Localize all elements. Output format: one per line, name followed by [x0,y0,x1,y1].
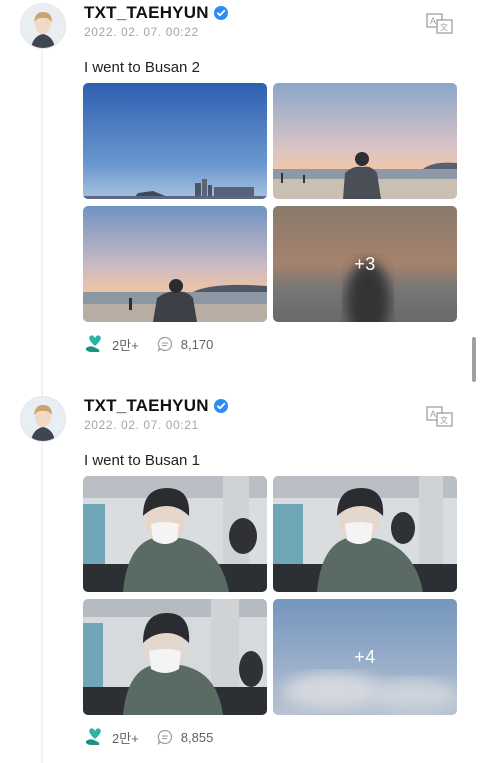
heart-hand-icon[interactable] [84,334,106,354]
post-actions: 2만+ 8,855 [84,726,213,748]
photo-thumbnail[interactable] [83,476,267,592]
post-timestamp: 2022. 02. 07. 00:21 [84,418,199,432]
post-actions: 2만+ 8,170 [84,333,213,355]
scrollbar-thumb[interactable] [472,337,476,382]
avatar[interactable] [20,3,66,49]
photo-grid: +3 [83,83,457,323]
username[interactable]: TXT_TAEHYUN [84,3,209,23]
likes-count: 2만+ [112,337,139,353]
comments-count: 8,855 [180,729,214,745]
heart-hand-icon[interactable] [84,727,106,747]
verified-badge-icon [213,6,228,20]
post-caption: I went to Busan 2 [84,59,200,76]
translate-icon[interactable]: A 文 [426,406,454,428]
post-timestamp: 2022. 02. 07. 00:22 [84,25,199,39]
post-caption: I went to Busan 1 [84,452,200,469]
photo-more-tile[interactable]: +4 [273,599,457,715]
photo-thumbnail[interactable] [273,476,457,592]
svg-text:A: A [430,409,436,419]
comment-bubble-icon[interactable] [157,336,173,353]
likes-count: 2만+ [112,730,139,746]
photo-thumbnail[interactable] [83,206,267,322]
comment-bubble-icon[interactable] [157,729,173,746]
verified-badge-icon [213,399,228,413]
more-photos-count: +4 [354,646,376,667]
photo-thumbnail[interactable] [83,599,267,715]
svg-text:文: 文 [440,22,448,32]
photo-grid: +4 [83,476,457,716]
comments-count: 8,170 [180,336,214,352]
translate-icon[interactable]: A 文 [426,13,454,35]
svg-text:文: 文 [440,415,448,425]
photo-more-tile[interactable]: +3 [273,206,457,322]
avatar[interactable] [20,396,66,442]
photo-thumbnail[interactable] [273,83,457,199]
svg-text:A: A [430,16,436,26]
photo-thumbnail[interactable] [83,83,267,199]
username[interactable]: TXT_TAEHYUN [84,396,209,416]
more-photos-count: +3 [354,253,376,274]
